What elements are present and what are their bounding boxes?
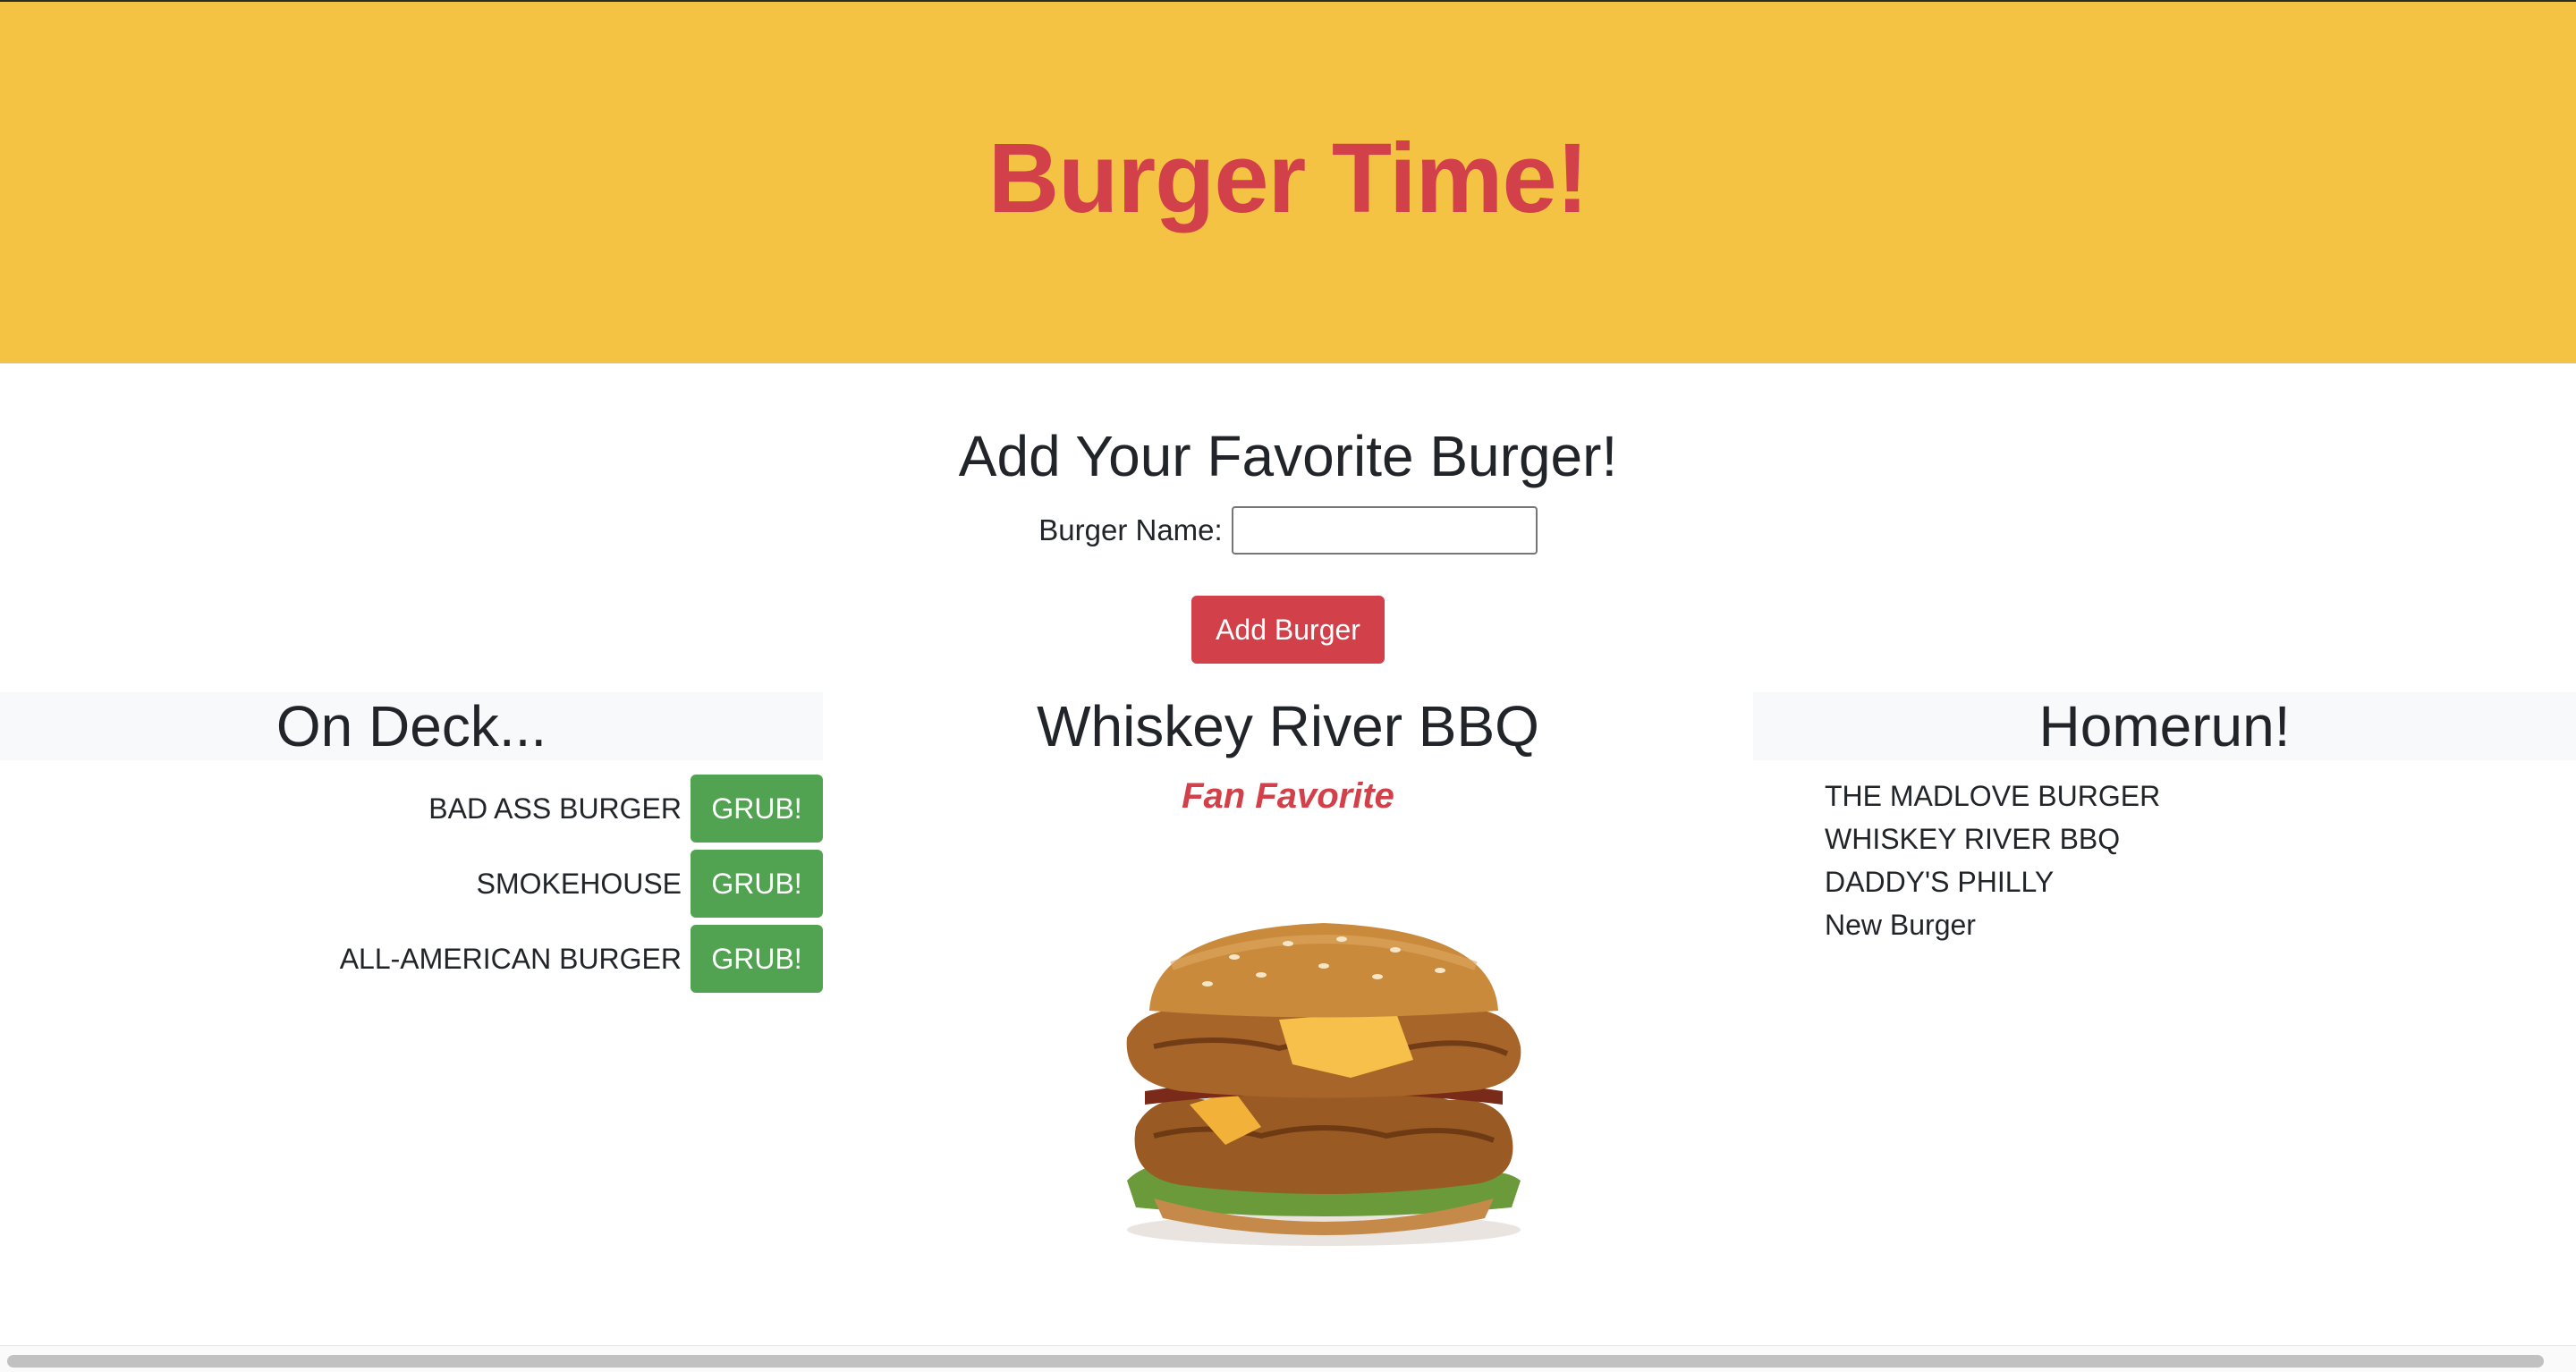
list-item: SMOKEHOUSE GRUB! <box>0 850 823 918</box>
scrollbar-thumb[interactable] <box>7 1355 2544 1368</box>
featured-burger-subtitle: Fan Favorite <box>1182 776 1394 816</box>
grub-button[interactable]: GRUB! <box>691 925 823 993</box>
form-heading: Add Your Favorite Burger! <box>958 424 1618 488</box>
grub-button[interactable]: GRUB! <box>691 775 823 843</box>
on-deck-list: BAD ASS BURGER GRUB! SMOKEHOUSE GRUB! AL… <box>0 775 823 1000</box>
list-item: New Burger <box>1825 909 1976 941</box>
burger-name: SMOKEHOUSE <box>476 867 682 900</box>
featured-burger-title: Whiskey River BBQ <box>1037 694 1539 758</box>
burger-name-label: Burger Name: <box>1038 513 1223 546</box>
page: Burger Time! Add Your Favorite Burger! B… <box>0 0 2576 1372</box>
homerun-list: THE MADLOVE BURGER WHISKEY RIVER BBQ DAD… <box>1825 775 2160 946</box>
burger-name-row: Burger Name: <box>0 504 2576 557</box>
burger-image <box>1126 923 1521 1246</box>
homerun-heading: Homerun! <box>1753 692 2576 760</box>
grub-button[interactable]: GRUB! <box>691 850 823 918</box>
on-deck-heading: On Deck... <box>0 692 823 760</box>
burger-name-input[interactable] <box>1231 506 1538 555</box>
list-item: ALL-AMERICAN BURGER GRUB! <box>0 925 823 993</box>
burger-name: BAD ASS BURGER <box>428 792 682 825</box>
hero-banner: Burger Time! <box>0 2 2576 364</box>
list-item: WHISKEY RIVER BBQ <box>1825 823 2121 855</box>
page-title: Burger Time! <box>987 123 1589 233</box>
list-item: BAD ASS BURGER GRUB! <box>0 775 823 843</box>
add-burger-button[interactable]: Add Burger <box>1191 596 1385 664</box>
list-item: THE MADLOVE BURGER <box>1825 780 2161 812</box>
horizontal-scrollbar[interactable] <box>0 1345 2576 1372</box>
burger-name: ALL-AMERICAN BURGER <box>339 942 682 975</box>
list-item: DADDY'S PHILLY <box>1825 866 2055 898</box>
